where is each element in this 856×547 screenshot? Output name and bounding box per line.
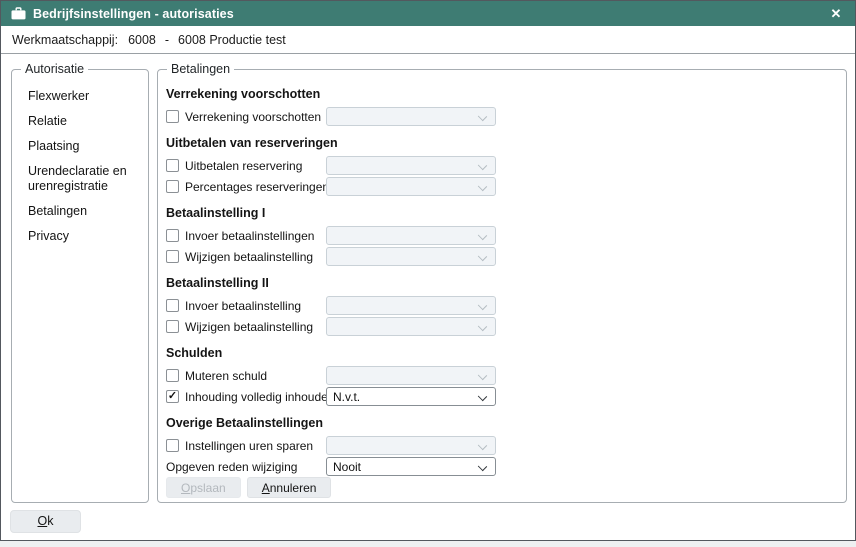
row-opgeven-reden-wijziging: Opgeven reden wijziging Nooit xyxy=(166,456,838,477)
dropdown-inhouding-volledig-inhouden[interactable]: N.v.t. xyxy=(326,387,496,406)
dropdown-invoer-betaalinstelling-2 xyxy=(326,296,496,315)
chevron-down-icon xyxy=(478,462,487,471)
chevron-down-icon xyxy=(478,322,487,331)
chevron-down-icon xyxy=(478,231,487,240)
dropdown-wijzigen-betaalinstelling-1 xyxy=(326,247,496,266)
row-instellingen-uren-sparen: Instellingen uren sparen xyxy=(166,435,838,456)
group-heading: Verrekening voorschotten xyxy=(166,87,838,101)
check-icon: ✓ xyxy=(168,391,177,402)
sidebar-item-betalingen[interactable]: Betalingen xyxy=(20,199,140,224)
autorisatie-list: Flexwerker Relatie Plaatsing Urendeclara… xyxy=(20,84,140,249)
row-label: Invoer betaalinstelling xyxy=(185,299,301,313)
sidebar-item-relatie[interactable]: Relatie xyxy=(20,109,140,134)
group-heading: Uitbetalen van reserveringen xyxy=(166,136,838,150)
close-icon[interactable]: ✕ xyxy=(827,5,845,23)
company-label: Werkmaatschappij: xyxy=(12,33,118,47)
company-bar: Werkmaatschappij: 6008 - 6008 Productie … xyxy=(1,26,855,54)
chevron-down-icon xyxy=(478,112,487,121)
opslaan-button: Opslaan xyxy=(166,477,241,498)
dialog-footer: Ok xyxy=(1,508,855,540)
dropdown-percentages-reserveringen xyxy=(326,177,496,196)
group-betaalinstelling-1: Betaalinstelling I Invoer betaalinstelli… xyxy=(166,197,838,267)
dropdown-wijzigen-betaalinstelling-2 xyxy=(326,317,496,336)
group-schulden: Schulden Muteren schuld ✓ Inhouding voll… xyxy=(166,337,838,407)
dropdown-invoer-betaalinstellingen xyxy=(326,226,496,245)
chevron-down-icon xyxy=(478,392,487,401)
row-uitbetalen-reservering: Uitbetalen reservering xyxy=(166,155,838,176)
sidebar-item-plaatsing[interactable]: Plaatsing xyxy=(20,134,140,159)
dropdown-uitbetalen-reservering xyxy=(326,156,496,175)
betalingen-legend: Betalingen xyxy=(167,62,234,76)
row-inhouding-volledig-inhouden: ✓ Inhouding volledig inhouden N.v.t. xyxy=(166,386,838,407)
row-label: Muteren schuld xyxy=(185,369,267,383)
row-label: Percentages reserveringen xyxy=(185,180,329,194)
chevron-down-icon xyxy=(478,441,487,450)
dialog-content: Autorisatie Flexwerker Relatie Plaatsing… xyxy=(1,54,855,508)
group-heading: Betaalinstelling II xyxy=(166,276,838,290)
sidebar-item-privacy[interactable]: Privacy xyxy=(20,224,140,249)
group-heading: Betaalinstelling I xyxy=(166,206,838,220)
title-bar: Bedrijfsinstellingen - autorisaties ✕ xyxy=(1,1,855,26)
autorisatie-legend: Autorisatie xyxy=(21,62,88,76)
row-label: Opgeven reden wijziging xyxy=(166,460,297,474)
chevron-down-icon xyxy=(478,371,487,380)
checkbox-uitbetalen-reservering[interactable] xyxy=(166,159,179,172)
row-label: Wijzigen betaalinstelling xyxy=(185,250,313,264)
group-verrekening-voorschotten: Verrekening voorschotten Verrekening voo… xyxy=(166,80,838,127)
dropdown-muteren-schuld xyxy=(326,366,496,385)
checkbox-muteren-schuld[interactable] xyxy=(166,369,179,382)
chevron-down-icon xyxy=(478,161,487,170)
row-label: Verrekening voorschotten xyxy=(185,110,321,124)
checkbox-verrekening-voorschotten[interactable] xyxy=(166,110,179,123)
row-label: Instellingen uren sparen xyxy=(185,439,313,453)
group-uitbetalen-reserveringen: Uitbetalen van reserveringen Uitbetalen … xyxy=(166,127,838,197)
checkbox-invoer-betaalinstellingen[interactable] xyxy=(166,229,179,242)
dialog-bedrijfsinstellingen: Bedrijfsinstellingen - autorisaties ✕ We… xyxy=(0,0,856,541)
checkbox-wijzigen-betaalinstelling-2[interactable] xyxy=(166,320,179,333)
row-verrekening-voorschotten: Verrekening voorschotten xyxy=(166,106,838,127)
checkbox-wijzigen-betaalinstelling-1[interactable] xyxy=(166,250,179,263)
autorisatie-panel: Autorisatie Flexwerker Relatie Plaatsing… xyxy=(11,62,149,503)
chevron-down-icon xyxy=(478,182,487,191)
action-buttons: Opslaan Annuleren xyxy=(166,477,838,498)
row-label: Wijzigen betaalinstelling xyxy=(185,320,313,334)
row-label: Inhouding volledig inhouden xyxy=(185,390,334,404)
checkbox-inhouding-volledig-inhouden[interactable]: ✓ xyxy=(166,390,179,403)
dropdown-verrekening-voorschotten xyxy=(326,107,496,126)
company-separator: - xyxy=(165,33,169,47)
row-label: Invoer betaalinstellingen xyxy=(185,229,314,243)
chevron-down-icon xyxy=(478,252,487,261)
checkbox-percentages-reserveringen[interactable] xyxy=(166,180,179,193)
row-label: Uitbetalen reservering xyxy=(185,159,302,173)
chevron-down-icon xyxy=(478,301,487,310)
checkbox-invoer-betaalinstelling-2[interactable] xyxy=(166,299,179,312)
dropdown-opgeven-reden-wijziging[interactable]: Nooit xyxy=(326,457,496,476)
row-percentages-reserveringen: Percentages reserveringen xyxy=(166,176,838,197)
group-overige-betaalinstellingen: Overige Betaalinstellingen Instellingen … xyxy=(166,407,838,477)
row-invoer-betaalinstelling-2: Invoer betaalinstelling xyxy=(166,295,838,316)
row-muteren-schuld: Muteren schuld xyxy=(166,365,838,386)
window-title: Bedrijfsinstellingen - autorisaties xyxy=(33,7,234,21)
group-heading: Schulden xyxy=(166,346,838,360)
row-wijzigen-betaalinstelling-2: Wijzigen betaalinstelling xyxy=(166,316,838,337)
company-number: 6008 xyxy=(128,33,156,47)
group-betaalinstelling-2: Betaalinstelling II Invoer betaalinstell… xyxy=(166,267,838,337)
checkbox-instellingen-uren-sparen[interactable] xyxy=(166,439,179,452)
group-heading: Overige Betaalinstellingen xyxy=(166,416,838,430)
sidebar-item-flexwerker[interactable]: Flexwerker xyxy=(20,84,140,109)
company-name: 6008 Productie test xyxy=(178,33,286,47)
betalingen-panel: Betalingen Verrekening voorschotten Verr… xyxy=(157,62,847,503)
row-invoer-betaalinstellingen: Invoer betaalinstellingen xyxy=(166,225,838,246)
dropdown-instellingen-uren-sparen xyxy=(326,436,496,455)
sidebar-item-urendeclaratie[interactable]: Urendeclaratie en urenregistratie xyxy=(20,159,140,199)
briefcase-icon xyxy=(11,7,26,20)
row-wijzigen-betaalinstelling-1: Wijzigen betaalinstelling xyxy=(166,246,838,267)
ok-button[interactable]: Ok xyxy=(10,510,81,533)
annuleren-button[interactable]: Annuleren xyxy=(247,477,332,498)
